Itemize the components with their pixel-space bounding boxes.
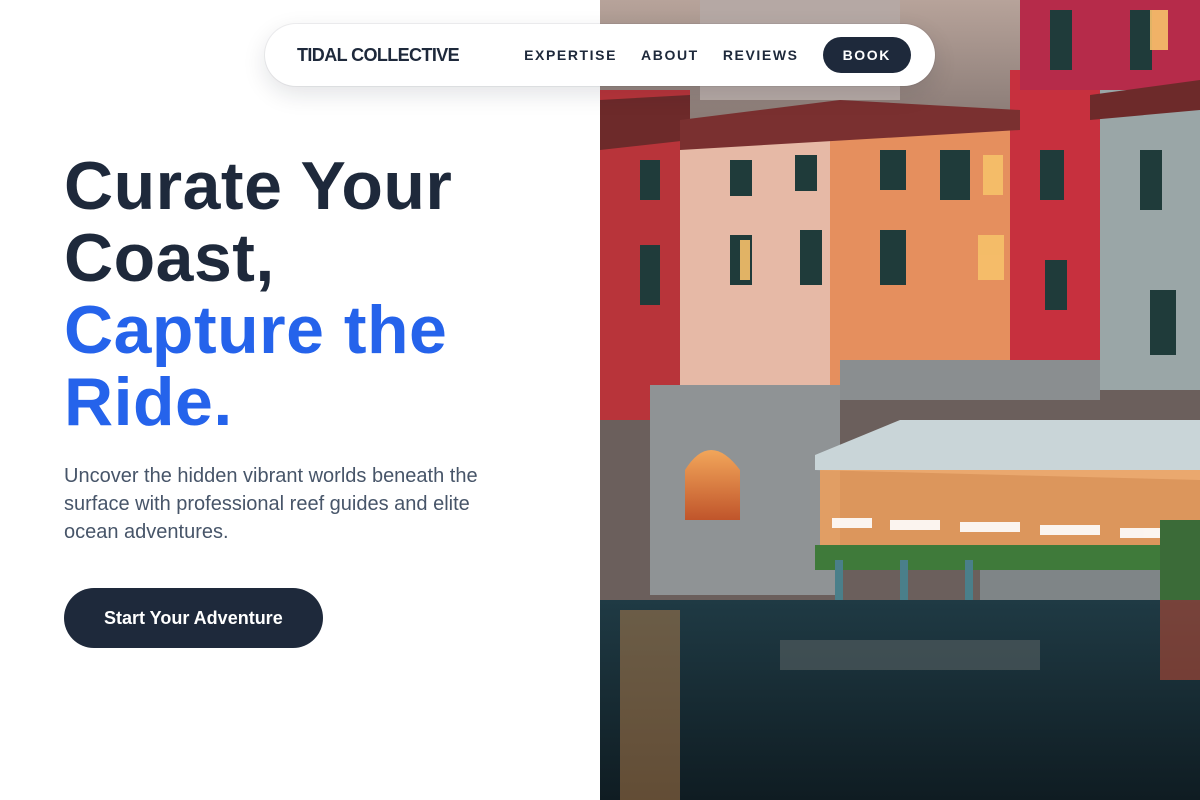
hero-headline: Curate Your Coast, Capture the Ride. [64,150,584,438]
nav-link-reviews[interactable]: REVIEWS [723,47,799,63]
nav-link-expertise[interactable]: EXPERTISE [524,47,617,63]
coastal-village-image [600,0,1200,800]
nav-link-about[interactable]: ABOUT [641,47,699,63]
top-navbar: TIDAL COLLECTIVE EXPERTISE ABOUT REVIEWS… [265,24,935,86]
book-button[interactable]: BOOK [822,37,911,73]
hero-section: Curate Your Coast, Capture the Ride. Unc… [64,150,584,648]
headline-line-2: Coast, [64,220,275,296]
headline-line-3: Capture the [64,292,448,368]
start-adventure-button[interactable]: Start Your Adventure [64,588,323,648]
brand-logo[interactable]: TIDAL COLLECTIVE [297,45,460,66]
hero-subtitle: Uncover the hidden vibrant worlds beneat… [64,465,478,543]
headline-line-4: Ride. [64,364,233,440]
headline-line-1: Curate Your [64,148,453,224]
nav-links: EXPERTISE ABOUT REVIEWS BOOK [524,37,911,73]
hero-photo [600,0,1200,800]
